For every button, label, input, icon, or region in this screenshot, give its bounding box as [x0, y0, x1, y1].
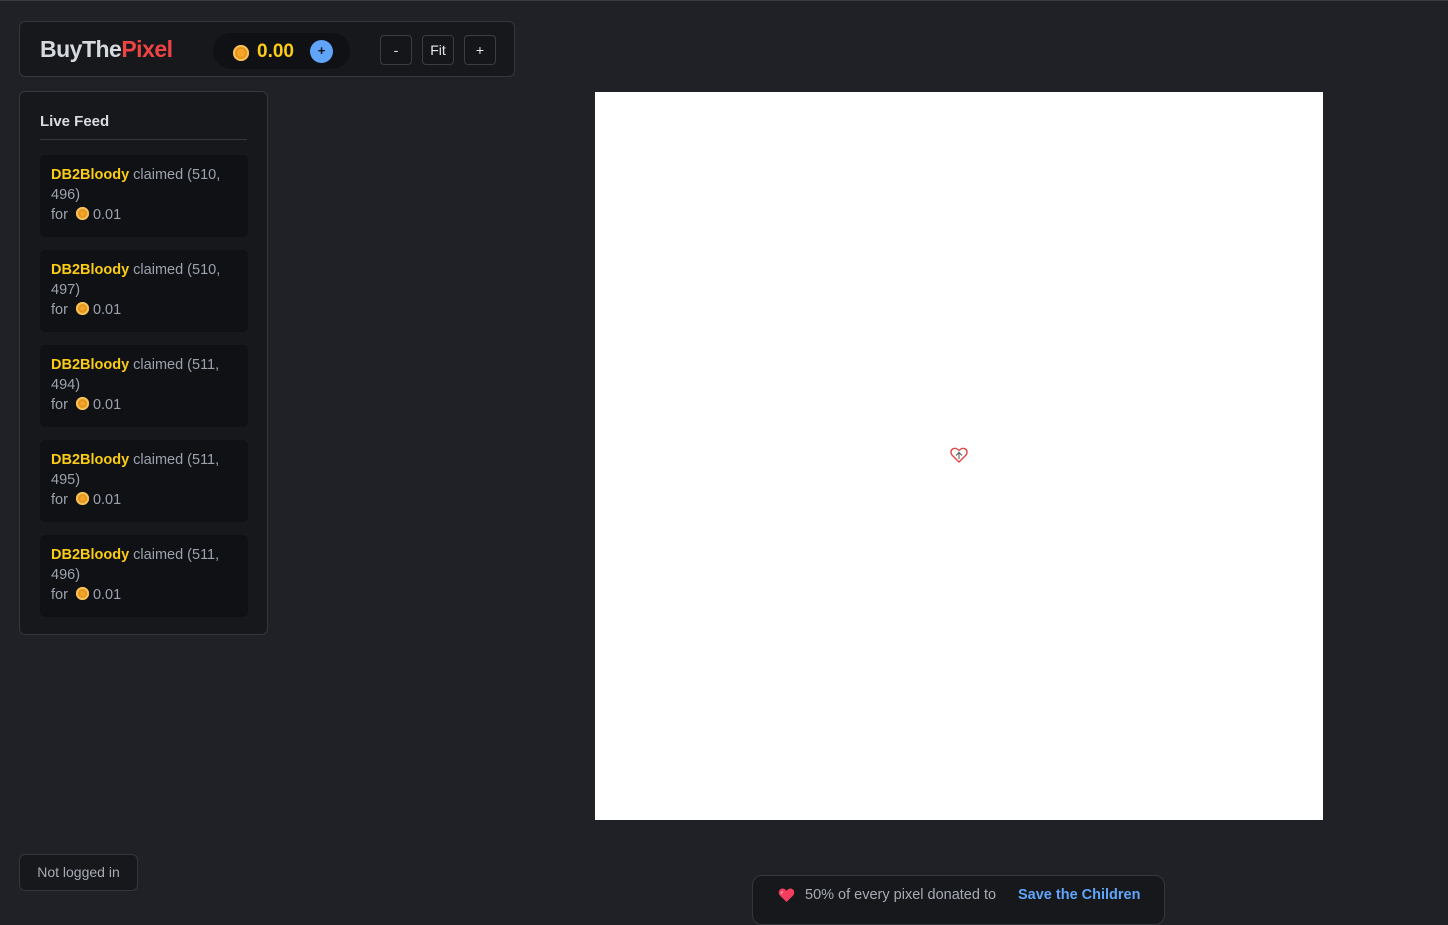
feed-item-price: 0.01: [92, 397, 122, 413]
coin-icon: [233, 45, 249, 61]
coin-icon: [75, 397, 89, 410]
donation-text: 50% of every pixel donated to: [805, 887, 997, 903]
feed-item-price-line: for 0.01: [51, 395, 237, 415]
window-top-border: [0, 0, 1448, 1]
live-feed-title: Live Feed: [40, 113, 110, 130]
balance-value: 0.00: [257, 41, 294, 62]
logo-text-pixel: Pixel: [121, 36, 173, 62]
donation-link[interactable]: Save the Children: [1018, 887, 1140, 903]
zoom-out-button[interactable]: -: [380, 35, 412, 65]
feed-item-user[interactable]: DB2Bloody: [51, 357, 129, 373]
feed-item: DB2Bloody claimed (511, 495) for 0.01: [40, 440, 248, 522]
feed-item: DB2Bloody claimed (510, 496) for 0.01: [40, 155, 248, 237]
feed-item-for-label: for: [51, 397, 68, 413]
feed-item-price-line: for 0.01: [51, 205, 237, 225]
live-feed-divider: [40, 139, 247, 140]
feed-item-user[interactable]: DB2Bloody: [51, 167, 129, 183]
feed-item-price: 0.01: [92, 207, 122, 223]
balance-pill: 0.00 +: [213, 33, 350, 69]
feed-item-price: 0.01: [92, 302, 122, 318]
feed-item-for-label: for: [51, 492, 68, 508]
feed-item-user[interactable]: DB2Bloody: [51, 452, 129, 468]
feed-item: DB2Bloody claimed (511, 496) for 0.01: [40, 535, 248, 617]
feed-item: DB2Bloody claimed (511, 494) for 0.01: [40, 345, 248, 427]
coin-icon: [75, 207, 89, 220]
feed-item: DB2Bloody claimed (510, 497) for 0.01: [40, 250, 248, 332]
zoom-fit-button[interactable]: Fit: [422, 35, 454, 65]
logo-text-buythe: BuyThe: [40, 36, 122, 62]
add-funds-button[interactable]: +: [310, 40, 333, 63]
donation-banner: 50% of every pixel donated to Save the C…: [752, 875, 1165, 925]
feed-item-price: 0.01: [92, 492, 122, 508]
feed-item-price-line: for 0.01: [51, 300, 237, 320]
zoom-in-button[interactable]: +: [464, 35, 496, 65]
heart-icon: [778, 888, 795, 902]
feed-item-user[interactable]: DB2Bloody: [51, 262, 129, 278]
feed-item-for-label: for: [51, 302, 68, 318]
coin-icon: [75, 492, 89, 505]
live-feed-list[interactable]: DB2Bloody claimed (510, 496) for 0.01 DB…: [40, 155, 248, 630]
pixel-canvas[interactable]: [595, 92, 1323, 820]
feed-item-price-line: for 0.01: [51, 490, 237, 510]
coin-icon: [75, 587, 89, 600]
feed-item-price: 0.01: [92, 587, 122, 603]
feed-item-for-label: for: [51, 587, 68, 603]
logo[interactable]: BuyThePixel: [40, 36, 173, 63]
feed-item-for-label: for: [51, 207, 68, 223]
feed-item-user[interactable]: DB2Bloody: [51, 547, 129, 563]
coin-icon: [75, 302, 89, 315]
live-feed-panel: Live Feed DB2Bloody claimed (510, 496) f…: [19, 91, 268, 635]
login-status[interactable]: Not logged in: [19, 854, 138, 891]
feed-item-price-line: for 0.01: [51, 585, 237, 605]
header-bar: BuyThePixel 0.00 + - Fit +: [19, 21, 515, 77]
heart-cursor-icon: [950, 447, 968, 463]
